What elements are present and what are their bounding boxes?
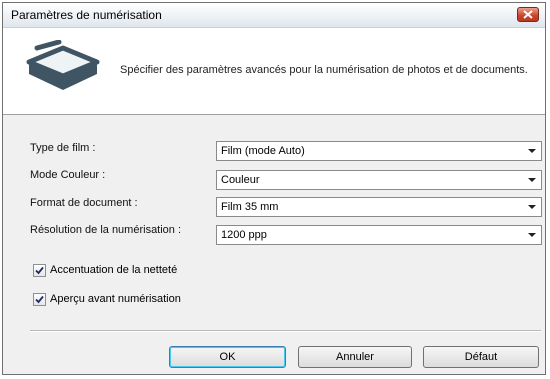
dropdown-button[interactable]: [524, 198, 541, 216]
cancel-button[interactable]: Annuler: [298, 346, 412, 368]
scan-settings-dialog: Paramètres de numérisation Spécifier des…: [2, 2, 546, 375]
close-icon: [523, 10, 533, 19]
chevron-down-icon: [528, 178, 536, 182]
film-type-value: Film (mode Auto): [221, 145, 305, 157]
film-type-label: Type de film :: [30, 142, 96, 154]
document-format-select[interactable]: Film 35 mm: [216, 197, 542, 217]
color-mode-label: Mode Couleur :: [30, 169, 106, 181]
sharpness-checkbox[interactable]: [33, 264, 46, 277]
scanner-icon: [26, 40, 100, 90]
separator: [30, 330, 541, 332]
checkmark-icon: [35, 266, 44, 275]
default-button[interactable]: Défaut: [423, 346, 539, 368]
preview-checkbox[interactable]: [33, 293, 46, 306]
close-button[interactable]: [517, 7, 539, 22]
checkmark-icon: [35, 295, 44, 304]
window-title: Paramètres de numérisation: [11, 8, 162, 22]
dropdown-button[interactable]: [524, 171, 541, 189]
ok-button[interactable]: OK: [169, 346, 286, 368]
dialog-header: Spécifier des paramètres avancés pour la…: [3, 28, 545, 115]
preview-label[interactable]: Aperçu avant numérisation: [50, 293, 181, 305]
color-mode-value: Couleur: [221, 174, 260, 186]
chevron-down-icon: [528, 205, 536, 209]
scan-resolution-value: 1200 ppp: [221, 229, 267, 241]
header-description: Spécifier des paramètres avancés pour la…: [120, 64, 528, 76]
sharpness-label[interactable]: Accentuation de la netteté: [50, 264, 177, 276]
color-mode-select[interactable]: Couleur: [216, 170, 542, 190]
title-bar[interactable]: Paramètres de numérisation: [3, 3, 545, 28]
film-type-select[interactable]: Film (mode Auto): [216, 141, 542, 161]
document-format-value: Film 35 mm: [221, 201, 279, 213]
dropdown-button[interactable]: [524, 142, 541, 160]
scan-resolution-label: Résolution de la numérisation :: [30, 224, 182, 236]
chevron-down-icon: [528, 233, 536, 237]
document-format-label: Format de document :: [30, 197, 138, 209]
dropdown-button[interactable]: [524, 226, 541, 244]
chevron-down-icon: [528, 149, 536, 153]
scan-resolution-select[interactable]: 1200 ppp: [216, 225, 542, 245]
